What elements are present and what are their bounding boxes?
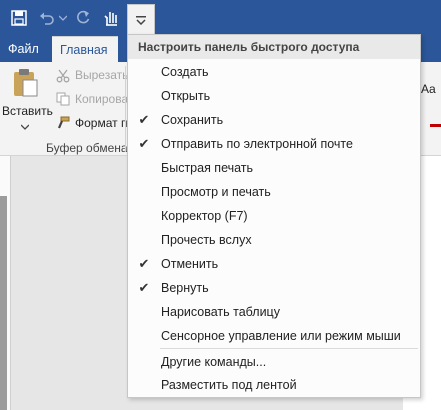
change-case-button[interactable]: Aa [421, 82, 436, 96]
menu-item-touch-mouse-mode[interactable]: Сенсорное управление или режим мыши [128, 324, 420, 348]
menu-item-undo[interactable]: ✔ Отменить [128, 252, 420, 276]
customize-qat-button[interactable] [127, 4, 155, 34]
format-painter-icon [57, 116, 70, 129]
copy-icon [56, 92, 70, 106]
tab-file[interactable]: Файл [0, 36, 47, 62]
menu-title: Настроить панель быстрого доступа [128, 35, 420, 59]
menu-item-open[interactable]: Открыть [128, 84, 420, 108]
checkmark-icon: ✔ [138, 256, 150, 271]
copy-label: Копирова [75, 92, 129, 106]
paste-label: Вставить [2, 104, 53, 118]
ribbon-right-tab-fragment [421, 36, 441, 62]
group-divider [125, 66, 126, 152]
copy-button[interactable]: Копирова [54, 89, 129, 109]
checkmark-icon: ✔ [138, 136, 150, 151]
menu-item-save[interactable]: ✔ Сохранить [128, 108, 420, 132]
menu-item-more-commands[interactable]: Другие команды... [128, 350, 420, 374]
clipboard-group-label: Буфер обмена [46, 141, 128, 155]
paste-button[interactable]: Вставить [0, 66, 53, 136]
quick-access-toolbar [0, 0, 441, 36]
undo-icon [40, 12, 54, 25]
font-color-icon [430, 124, 441, 127]
menu-item-draw-table[interactable]: Нарисовать таблицу [128, 300, 420, 324]
menu-item-new[interactable]: Создать [128, 60, 420, 84]
redo-button[interactable] [73, 6, 93, 30]
menu-item-spelling[interactable]: Корректор (F7) [128, 204, 420, 228]
menu-item-email[interactable]: ✔ Отправить по электронной почте [128, 132, 420, 156]
redo-icon [77, 10, 90, 24]
checkmark-icon: ✔ [138, 280, 150, 295]
chevron-down-icon [59, 15, 67, 21]
customize-dropdown-icon [136, 15, 146, 25]
menu-item-quick-print[interactable]: Быстрая печать [128, 156, 420, 180]
menu-item-read-aloud[interactable]: Прочесть вслух [128, 228, 420, 252]
save-button[interactable] [8, 6, 30, 30]
menu-item-redo[interactable]: ✔ Вернуть [128, 276, 420, 300]
save-icon [11, 10, 27, 26]
cut-label: Вырезать [75, 68, 129, 82]
vertical-ruler [0, 156, 11, 410]
menu-item-show-below-ribbon[interactable]: Разместить под лентой [128, 373, 420, 397]
format-painter-label: Формат п [75, 116, 128, 130]
cut-button[interactable]: Вырезать [54, 66, 129, 86]
scissors-icon [56, 69, 70, 83]
chevron-down-icon [21, 124, 29, 130]
tab-home[interactable]: Главная [52, 36, 118, 62]
undo-dropdown-button[interactable] [57, 6, 69, 30]
menu-separator [160, 348, 418, 349]
menu-item-print-preview[interactable]: Просмотр и печать [128, 180, 420, 204]
hand-touch-icon [104, 12, 117, 26]
checkmark-icon: ✔ [138, 112, 150, 127]
customize-qat-menu: Настроить панель быстрого доступа Создат… [127, 34, 421, 398]
undo-button[interactable] [38, 6, 56, 30]
ruler-margin [0, 196, 7, 410]
format-painter-button[interactable]: Формат п [54, 113, 128, 133]
paste-icon [14, 69, 38, 97]
touch-mode-button[interactable] [100, 6, 122, 30]
